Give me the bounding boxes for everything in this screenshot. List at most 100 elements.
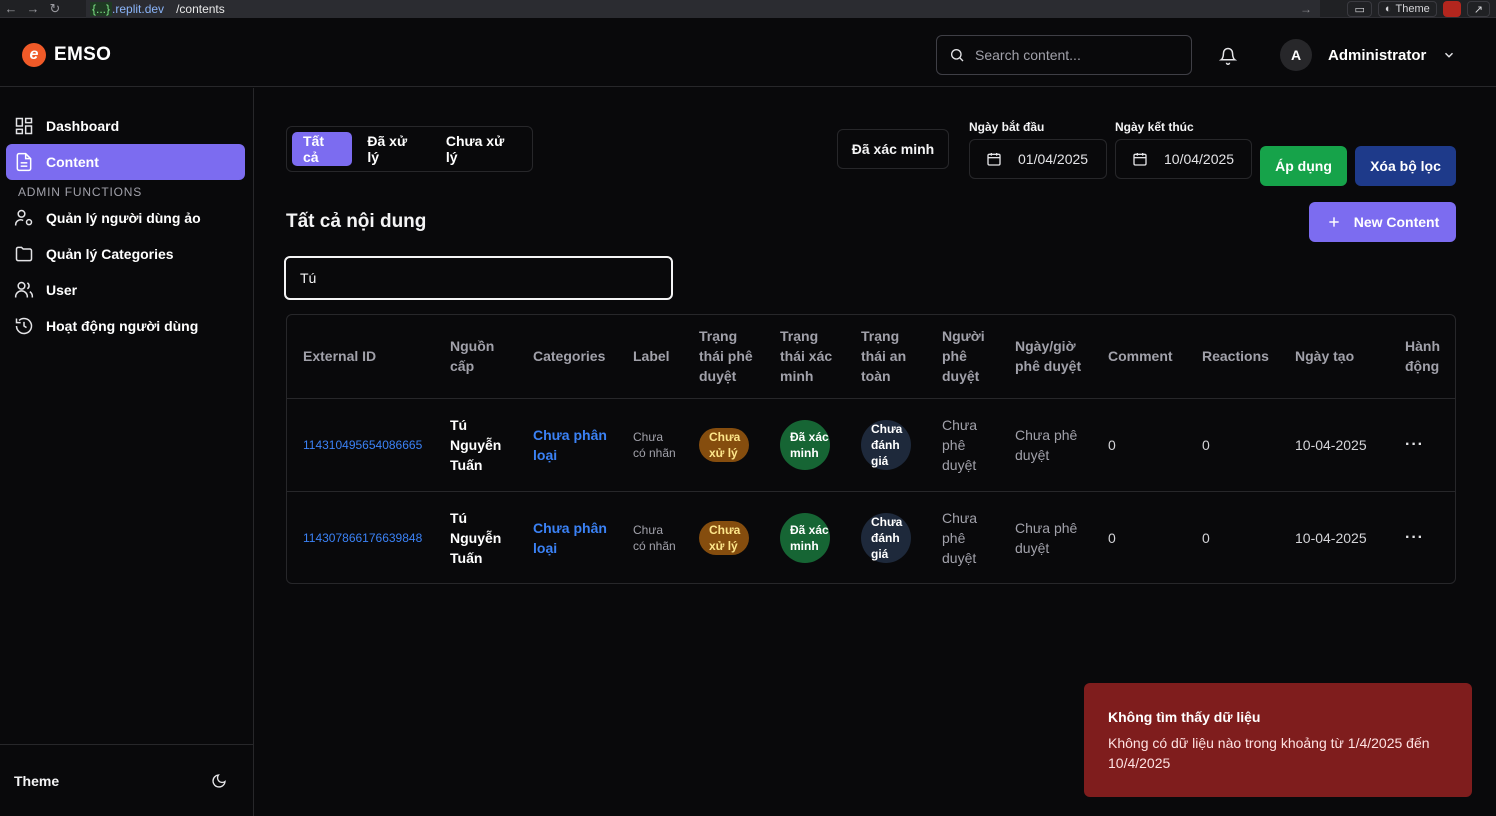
verification-status-badge: Đã xác minh (780, 419, 830, 470)
user-name: Administrator (1328, 46, 1427, 64)
column-header[interactable]: Reactions (1186, 315, 1279, 399)
app-header: e EMSO A Administrator (0, 19, 1496, 87)
column-header[interactable]: Trạng thái xác minh (764, 315, 845, 399)
open-arrow-icon[interactable]: → (1300, 2, 1312, 16)
history-icon (15, 317, 33, 335)
external-id-link[interactable]: 114307866176639848 (287, 491, 434, 583)
column-header[interactable]: Ngày tạo (1279, 315, 1389, 399)
devtools-button[interactable]: ▭ (1347, 1, 1372, 17)
verification-status-badge: Đã xác minh (780, 512, 830, 563)
palette-icon: ◐ (1384, 3, 1392, 15)
sidebar-item-label: Quản lý Categories (46, 246, 174, 262)
user-cog-icon (14, 209, 33, 226)
category-link[interactable]: Chưa phân loại (517, 398, 617, 492)
column-header[interactable]: Label (617, 315, 683, 399)
calendar-icon (1133, 153, 1147, 166)
sidebar-item-label: Hoạt động người dùng (46, 318, 199, 334)
sidebar-item-label: User (46, 282, 78, 298)
start-date-value: 01/04/2025 (1018, 151, 1089, 167)
column-header[interactable]: Người phê duyệt (926, 315, 999, 399)
approval-cell: Chưa xử lý (683, 491, 764, 583)
column-header[interactable]: Trạng thái an toàn (845, 315, 926, 399)
extension-icon[interactable] (1442, 1, 1461, 17)
sidebar-item-content[interactable]: Content (6, 144, 245, 180)
sidebar-footer: Theme (0, 744, 253, 816)
toast-title: Không tìm thấy dữ liệu (1108, 709, 1261, 725)
plus-icon (1329, 217, 1339, 227)
bell-icon[interactable] (1218, 47, 1238, 68)
column-header[interactable]: Nguồn cấp (434, 315, 517, 399)
sidebar-item-categories[interactable]: Quản lý Categories (6, 236, 245, 272)
back-icon[interactable]: ← (0, 1, 22, 16)
url-bar[interactable]: {...} .replit.dev /contents → (86, 0, 1320, 18)
logo-icon: e (22, 43, 46, 67)
sidebar-item-label: Content (46, 154, 99, 170)
content-search-input[interactable] (284, 256, 673, 300)
admin-section-label: ADMIN FUNCTIONS (18, 185, 142, 199)
more-actions-icon[interactable]: ··· (1405, 436, 1424, 453)
sidebar-item-dashboard[interactable]: Dashboard (6, 108, 245, 144)
created-date-cell: 10-04-2025 (1295, 529, 1367, 546)
avatar: A (1280, 39, 1312, 71)
verification-cell: Đã xác minh (764, 491, 845, 583)
sidebar-item-user-activity[interactable]: Hoạt động người dùng (6, 308, 245, 344)
safety-cell: Chưa đánh giá (845, 398, 926, 492)
reactions-count-cell: 0 (1202, 529, 1210, 546)
column-header[interactable]: External ID (287, 315, 434, 399)
column-header[interactable]: Trạng thái phê duyệt (683, 315, 764, 399)
verified-filter-button[interactable]: Đã xác minh (837, 129, 949, 169)
error-toast[interactable]: Không tìm thấy dữ liệu Không có dữ liệu … (1084, 683, 1472, 797)
sidebar-item-label: Dashboard (46, 118, 120, 134)
source-cell: Tú Nguyễn Tuấn (450, 509, 502, 566)
category-link[interactable]: Chưa phân loại (517, 491, 617, 583)
search-input[interactable] (975, 47, 1175, 63)
url-host-suffix: .replit.dev (112, 2, 165, 16)
clear-filter-button[interactable]: Xóa bộ lọc (1355, 146, 1456, 186)
tab-processed[interactable]: Đã xử lý (356, 132, 430, 166)
external-link-icon[interactable]: ↗ (1466, 1, 1490, 17)
approval-status-badge: Chưa xử lý (699, 520, 749, 555)
search-box[interactable] (936, 35, 1192, 75)
approved-at-cell: Chưa phê duyệt (999, 398, 1092, 492)
table-row[interactable]: 114310495654086665 Tú Nguyễn Tuấn Chưa p… (287, 398, 1455, 492)
theme-label: Theme (14, 772, 60, 789)
page-title: Tất cả nội dung (286, 211, 427, 232)
source-cell: Tú Nguyễn Tuấn (434, 398, 517, 492)
label-cell: Chưa có nhãn (633, 522, 676, 553)
table-row[interactable]: 114307866176639848 Tú Nguyễn Tuấn Chưa p… (287, 491, 1455, 583)
column-header[interactable]: Categories (517, 315, 617, 399)
document-icon (16, 152, 32, 172)
apply-button[interactable]: Áp dụng (1260, 146, 1347, 186)
approval-status-badge: Chưa xử lý (699, 427, 749, 462)
created-date-cell: 10-04-2025 (1279, 398, 1389, 492)
reload-icon[interactable]: ↻ (44, 1, 66, 17)
end-date-picker[interactable]: 10/04/2025 (1115, 139, 1252, 179)
column-header[interactable]: Ngày/giờ phê duyệt (999, 315, 1092, 399)
theme-button-label: Theme (1395, 3, 1430, 15)
url-path: /contents (176, 2, 225, 16)
chevron-down-icon (1445, 52, 1454, 58)
external-id-link[interactable]: 114310495654086665 (287, 398, 434, 492)
approved-at-cell: Chưa phê duyệt (1015, 519, 1078, 556)
sidebar-item-user[interactable]: User (6, 272, 245, 308)
sidebar-item-virtual-users[interactable]: Quản lý người dùng ảo (6, 200, 245, 236)
approval-cell: Chưa xử lý (683, 398, 764, 492)
browser-bar: ← → ↻ {...} .replit.dev /contents → ▭ ◐ Th… (0, 0, 1496, 18)
content-table: External ID Nguồn cấp Categories Label T… (286, 314, 1456, 584)
moon-icon[interactable] (211, 773, 227, 789)
logo[interactable]: e EMSO (22, 43, 111, 67)
sidebar-item-label: Quản lý người dùng ảo (46, 210, 201, 226)
column-header[interactable]: Comment (1092, 315, 1186, 399)
approver-cell: Chưa phê duyệt (926, 398, 999, 492)
url-host: {...} (90, 2, 113, 16)
new-content-button[interactable]: New Content (1309, 202, 1456, 242)
forward-icon[interactable]: → (22, 1, 44, 16)
tab-unprocessed[interactable]: Chưa xử lý (435, 132, 527, 166)
reactions-count-cell: 0 (1186, 398, 1279, 492)
theme-button[interactable]: ◐ Theme (1377, 1, 1437, 17)
user-menu[interactable]: A Administrator (1280, 39, 1456, 71)
tab-all[interactable]: Tất cả (292, 132, 353, 166)
more-actions-icon[interactable]: ··· (1405, 529, 1424, 546)
table-header-row: External ID Nguồn cấp Categories Label T… (287, 315, 1455, 399)
start-date-picker[interactable]: 01/04/2025 (969, 139, 1107, 179)
